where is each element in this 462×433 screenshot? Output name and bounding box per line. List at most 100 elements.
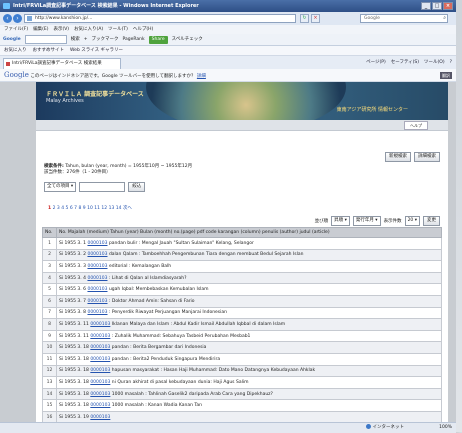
page-link[interactable]: 2 bbox=[53, 206, 56, 211]
menu-edit[interactable]: 編集(E) bbox=[33, 25, 48, 34]
back-icon[interactable]: ‹ bbox=[3, 14, 12, 23]
apply-sort-button[interactable]: 変更 bbox=[423, 216, 440, 226]
row-pdf-link[interactable]: 0000103 bbox=[90, 403, 110, 408]
page-link[interactable]: 8 bbox=[78, 206, 81, 211]
table-row[interactable]: 16 Si 1955 3. 19 0000103 bbox=[42, 410, 442, 422]
page-link[interactable]: 9 bbox=[83, 206, 86, 211]
refine-search-button[interactable]: 詳細検索 bbox=[414, 152, 440, 162]
page-link[interactable]: 11 bbox=[94, 206, 100, 211]
google-toolbar-search[interactable] bbox=[24, 35, 67, 44]
row-number: 9 bbox=[42, 329, 57, 343]
table-row[interactable]: 8 Si 1955 3. 11 0000103 Iklanan Malaya da… bbox=[42, 318, 442, 331]
table-row[interactable]: 12 Si 1955 3. 18 0000103 hapusan masyarak… bbox=[42, 364, 442, 378]
refresh-icon[interactable]: ↻ bbox=[300, 14, 309, 23]
command-safety[interactable]: セーフティ(S) bbox=[391, 59, 419, 67]
favorites-web-slices[interactable]: Web スライス ギャラリー bbox=[70, 46, 123, 55]
row-ref: Si 1955 3. 3 bbox=[59, 263, 87, 269]
row-pdf-link[interactable]: 0000103 bbox=[87, 287, 107, 292]
page-link[interactable]: 14 bbox=[116, 206, 122, 211]
row-text: Iklanan Malaya dan Islam : Abdul Kadir I… bbox=[111, 321, 286, 327]
minimize-button[interactable]: _ bbox=[421, 2, 431, 10]
narrow-button[interactable]: 絞込 bbox=[128, 182, 146, 192]
per-page-select[interactable]: 20 ▾ bbox=[404, 216, 420, 226]
favorites-suggested-sites[interactable]: おすすめサイト bbox=[33, 46, 65, 55]
page-link[interactable]: 5 bbox=[66, 206, 69, 211]
table-row[interactable]: 7 Si 1955 3. 8 0000103 : Penyerdik Riwaya… bbox=[42, 306, 442, 320]
url-field[interactable]: http://www.kanshion.jp/... bbox=[24, 14, 296, 23]
sort-order-select[interactable]: 昇順 ▾ bbox=[331, 216, 350, 226]
row-ref: Si 1955 3. 18 bbox=[59, 403, 89, 409]
row-number: 3 bbox=[42, 260, 57, 273]
page-link[interactable]: 10 bbox=[87, 206, 93, 211]
narrow-field-select[interactable]: 全ての項目 ▾ bbox=[44, 182, 77, 192]
toolbar-spellcheck[interactable]: スペルチェック bbox=[172, 34, 203, 46]
table-row[interactable]: 6 Si 1955 3. 7 0000103 : Doktor Ahmad Ami… bbox=[42, 294, 442, 308]
row-pdf-link[interactable]: 0000103 bbox=[90, 380, 110, 385]
page-link[interactable]: 12 bbox=[101, 206, 107, 211]
translate-button[interactable]: 翻訳 bbox=[440, 72, 452, 79]
page-link[interactable]: 6 bbox=[70, 206, 73, 211]
sort-field-select[interactable]: 発行年月 ▾ bbox=[352, 216, 381, 226]
table-row[interactable]: 2 Si 1955 3. 2 0000103 dalan Qalam : Tamb… bbox=[42, 248, 442, 262]
row-pdf-link[interactable]: 0000103 bbox=[90, 345, 110, 350]
stop-icon[interactable]: × bbox=[311, 14, 320, 23]
table-row[interactable]: 3 Si 1955 3. 3 0000103 editorial : Kemala… bbox=[42, 260, 442, 273]
menu-view[interactable]: 表示(V) bbox=[53, 25, 69, 34]
command-tools[interactable]: ツール(O) bbox=[424, 59, 445, 67]
row-pdf-link[interactable]: 0000103 bbox=[90, 357, 110, 362]
narrow-keyword-input[interactable] bbox=[79, 182, 126, 192]
row-pdf-link[interactable]: 0000103 bbox=[87, 310, 107, 315]
row-pdf-link[interactable]: 0000103 bbox=[87, 276, 107, 281]
page-link[interactable]: 4 bbox=[61, 206, 64, 211]
forward-icon[interactable]: › bbox=[13, 14, 22, 23]
favorites-button[interactable]: お気に入り bbox=[4, 46, 27, 55]
table-row[interactable]: 4 Si 1955 3. 4 0000103 : Lihat di Qalan a… bbox=[42, 271, 442, 285]
row-pdf-link[interactable]: 0000103 bbox=[87, 252, 107, 257]
close-button[interactable]: × bbox=[443, 2, 453, 10]
translate-details-link[interactable]: 詳細 bbox=[197, 74, 206, 79]
banner-subtitle: Malay Archives bbox=[46, 98, 84, 104]
next-page-link[interactable]: 次へ bbox=[123, 206, 132, 211]
table-row[interactable]: 14 Si 1955 3. 18 0000103 1000 masalah : T… bbox=[42, 387, 442, 401]
page-link[interactable]: 3 bbox=[57, 206, 60, 211]
table-row[interactable]: 10 Si 1955 3. 18 0000103 pandan : Berita … bbox=[42, 341, 442, 354]
row-pdf-link[interactable]: 0000103 bbox=[90, 322, 110, 327]
table-row[interactable]: 11 Si 1955 3. 18 0000103 pandan : Berita2… bbox=[42, 352, 442, 366]
row-pdf-link[interactable]: 0000103 bbox=[90, 334, 110, 339]
table-row[interactable]: 1 Si 1955 3. 1 0000103 pandan bulir : Men… bbox=[42, 237, 442, 250]
row-pdf-link[interactable]: 0000103 bbox=[90, 392, 110, 397]
row-number: 11 bbox=[42, 352, 57, 366]
row-ref: Si 1955 3. 18 bbox=[59, 379, 89, 385]
row-pdf-link[interactable]: 0000103 bbox=[87, 241, 107, 246]
toolbar-add-button[interactable]: + bbox=[84, 34, 88, 46]
row-pdf-link[interactable]: 0000103 bbox=[87, 264, 107, 269]
table-row[interactable]: 13 Si 1955 3. 18 0000103 ni Quran akhirat… bbox=[42, 376, 442, 389]
row-pdf-link[interactable]: 0000103 bbox=[90, 415, 110, 420]
row-pdf-link[interactable]: 0000103 bbox=[87, 299, 107, 304]
table-row[interactable]: 5 Si 1955 3. 6 0000103 ugah Iqbal: Membeb… bbox=[42, 283, 442, 296]
active-tab[interactable]: Intri/FRViLa調査記事データベース 検索結果 bbox=[3, 58, 121, 69]
toolbar-bookmark-button[interactable]: ブックマーク bbox=[91, 34, 118, 46]
maximize-button[interactable]: □ bbox=[432, 2, 442, 10]
search-icon[interactable]: ⌕ bbox=[443, 15, 446, 22]
command-page[interactable]: ページ(P) bbox=[366, 59, 386, 67]
header-no[interactable]: No. bbox=[42, 227, 57, 238]
table-row[interactable]: 9 Si 1955 3. 11 0000103 : Zuhalik Muhamma… bbox=[42, 329, 442, 343]
page-link[interactable]: 13 bbox=[109, 206, 115, 211]
command-help[interactable]: ? bbox=[450, 59, 452, 67]
search-box[interactable]: Google ⌕ bbox=[360, 14, 448, 23]
table-row[interactable]: 15 Si 1955 3. 18 0000103 1000 masalah : K… bbox=[42, 399, 442, 412]
row-number: 2 bbox=[42, 248, 57, 262]
row-content: Si 1955 3. 6 0000103 ugah Iqbal: Membeba… bbox=[56, 283, 442, 296]
toolbar-search-button[interactable]: 検索 bbox=[71, 34, 80, 46]
window-controls: _ □ × bbox=[421, 2, 453, 10]
help-button[interactable]: ヘルプ bbox=[404, 121, 428, 130]
page-favicon-icon bbox=[27, 16, 32, 21]
toolbar-share-button[interactable]: Share bbox=[148, 35, 168, 44]
page-current: 1 bbox=[48, 206, 52, 211]
page-link[interactable]: 7 bbox=[74, 206, 77, 211]
new-search-button[interactable]: 新規検索 bbox=[385, 152, 411, 162]
globe-graphic bbox=[146, 82, 346, 120]
toolbar-pagerank[interactable]: PageRank bbox=[122, 34, 144, 46]
row-pdf-link[interactable]: 0000103 bbox=[90, 368, 110, 373]
